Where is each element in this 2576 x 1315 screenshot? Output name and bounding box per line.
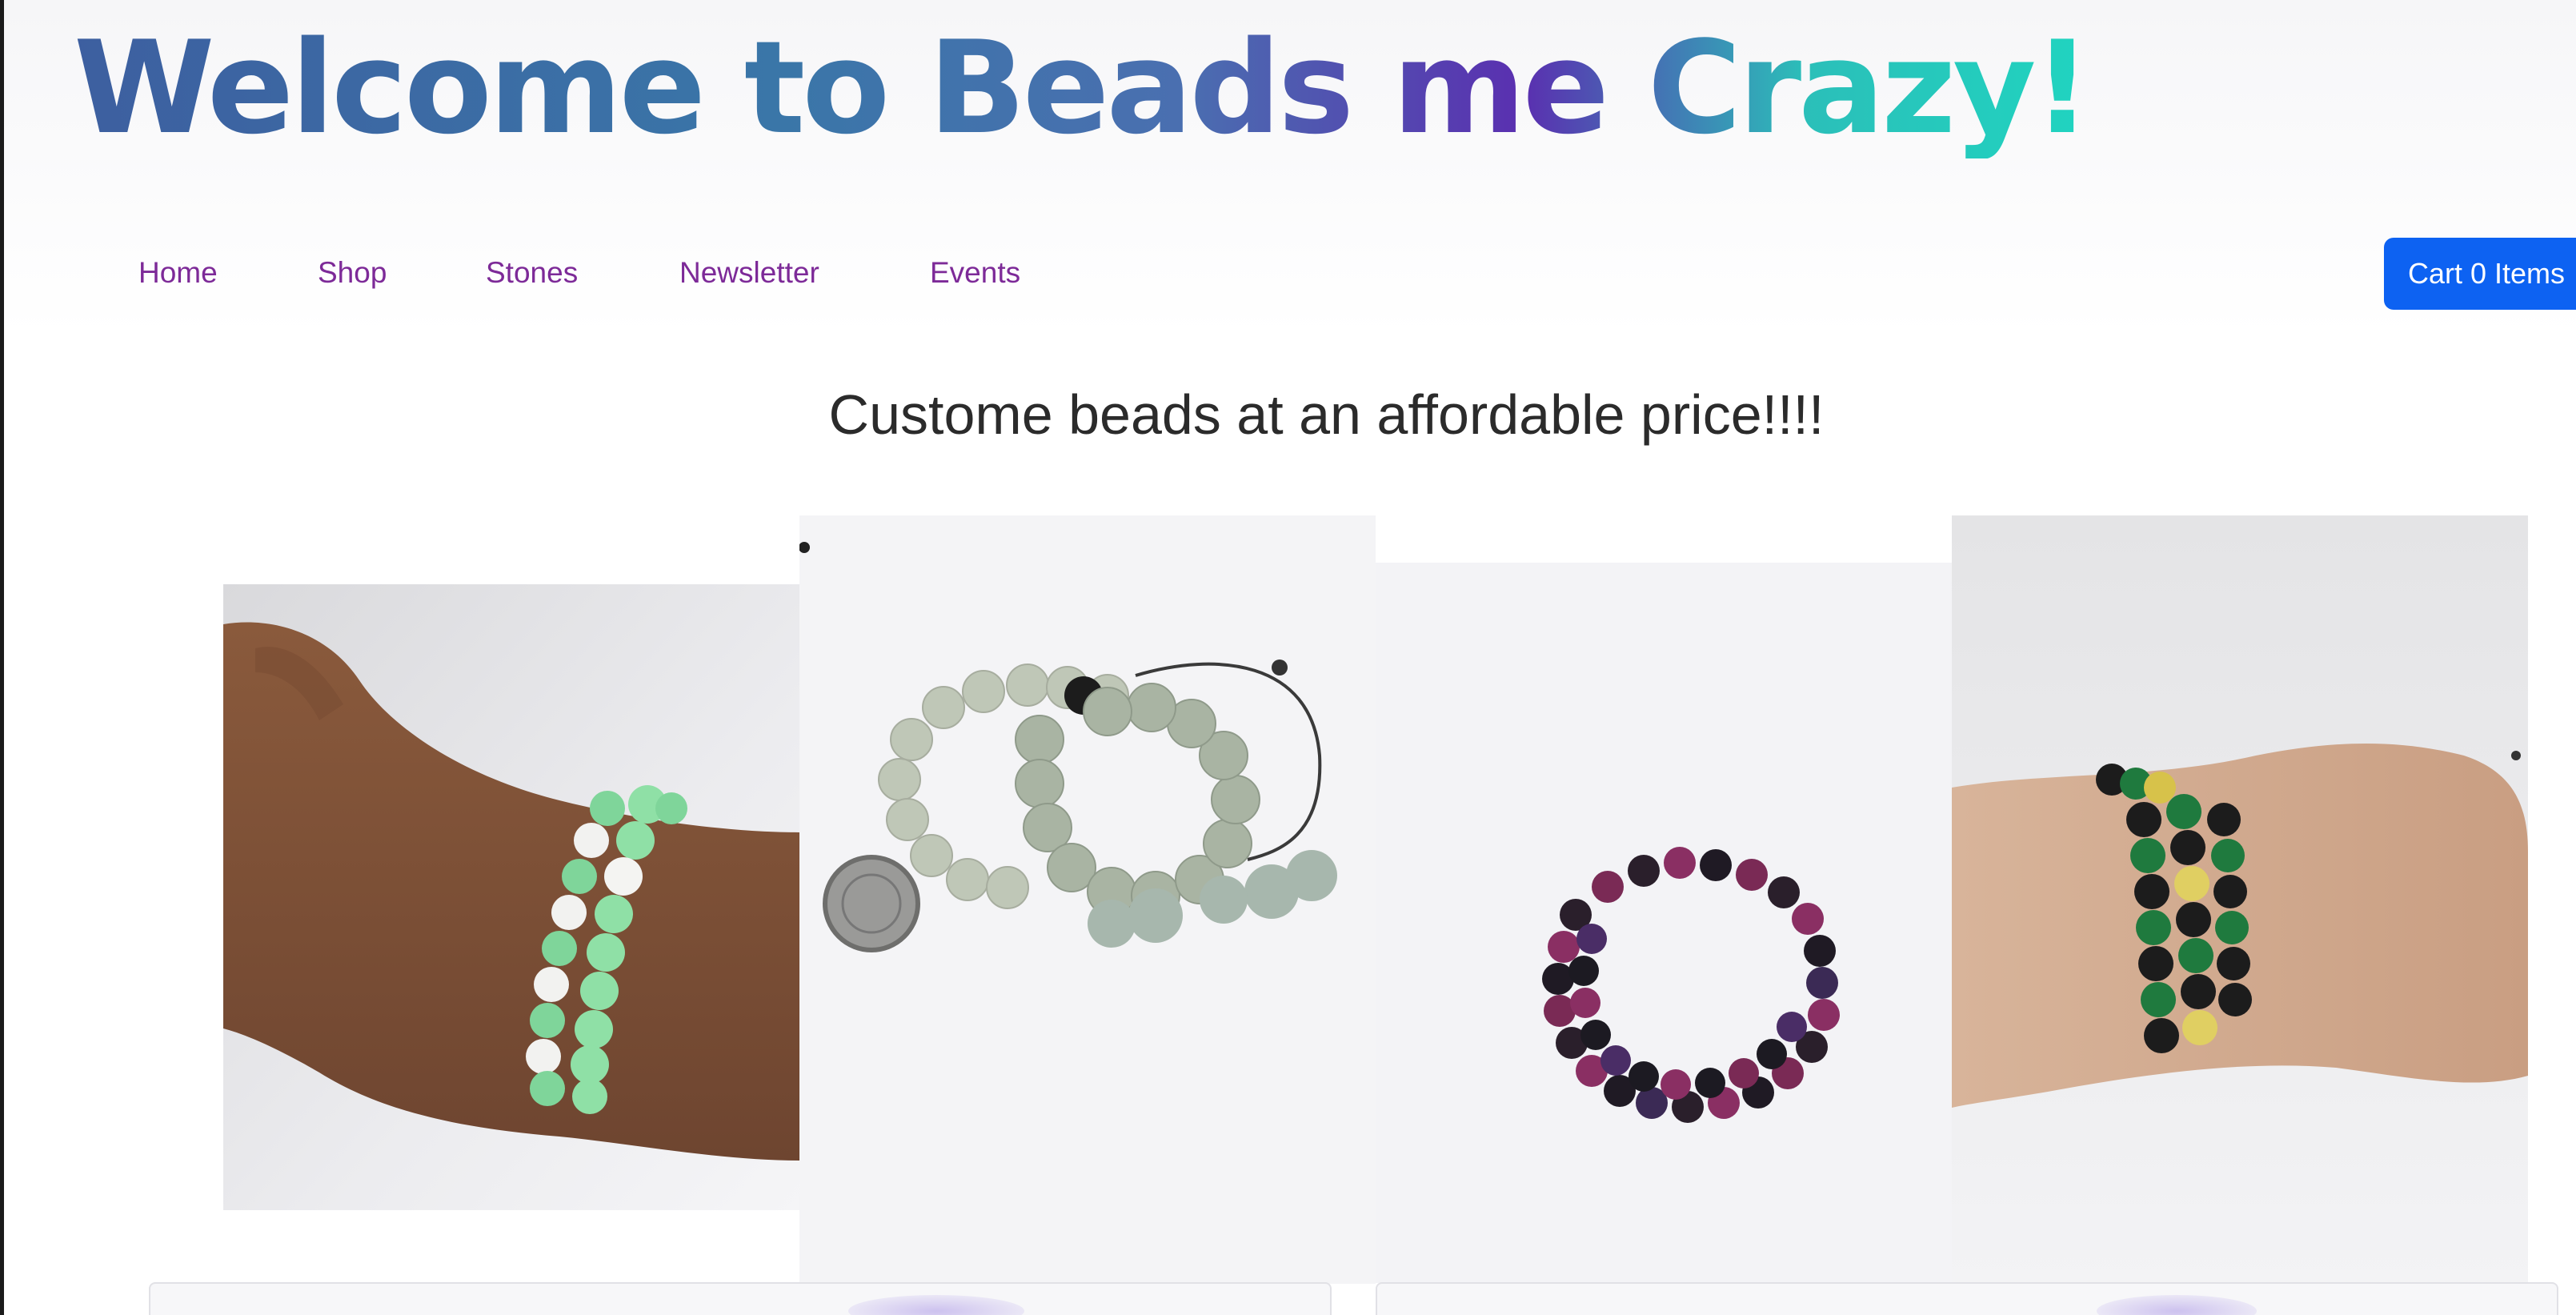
nav-link-events[interactable]: Events — [930, 256, 1020, 290]
nav-link-newsletter[interactable]: Newsletter — [679, 256, 819, 290]
product-image-4[interactable] — [1952, 515, 2528, 1284]
main-nav: Home Shop Stones Newsletter Events — [0, 240, 2576, 312]
window-edge — [0, 0, 4, 1315]
cart-button[interactable]: Cart 0 Items — [2384, 238, 2576, 310]
nav-link-shop[interactable]: Shop — [318, 256, 387, 290]
nav-link-stones[interactable]: Stones — [486, 256, 578, 290]
site-title: Welcome to Beads me Crazy! — [74, 13, 2091, 162]
green-black-bracelet-photo — [1952, 515, 2528, 1284]
purple-black-bracelets-photo — [1376, 563, 1952, 1283]
product-card-1 — [149, 1282, 1332, 1315]
product-image-2[interactable] — [799, 515, 1376, 1284]
page: Welcome to Beads me Crazy! Home Shop Sto… — [0, 0, 2576, 1315]
nav-link-home[interactable]: Home — [138, 256, 218, 290]
grey-jade-bracelets-photo — [799, 515, 1376, 1284]
product-image-3[interactable] — [1376, 563, 1952, 1283]
green-white-bracelet-photo — [223, 584, 799, 1210]
tagline: Custome beads at an affordable price!!!! — [828, 383, 1825, 446]
product-image-1[interactable] — [223, 584, 799, 1210]
product-card-2 — [1376, 1282, 2558, 1315]
